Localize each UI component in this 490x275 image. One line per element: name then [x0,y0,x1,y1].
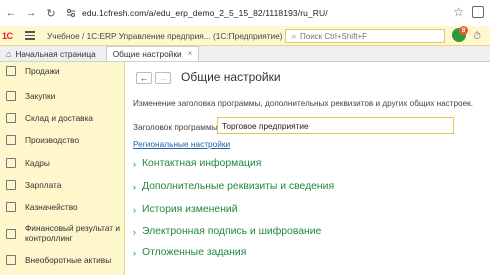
sidebar-item-label: Производство [25,135,80,145]
sidebar-item-label: Финансовый результат и контроллинг [25,223,121,243]
forward-icon[interactable]: → [24,6,38,20]
site-settings-icon[interactable] [64,6,78,20]
fixed-assets-icon [6,255,16,265]
sidebar-item-fixed-assets[interactable]: Внеоборотные активы [0,255,124,265]
main-content: ← → Общие настройки Изменение заголовка … [126,62,490,275]
production-icon [6,135,16,145]
search-icon: ⌕ [291,30,297,41]
treasury-icon [6,202,16,212]
app-title: Учебное / 1С:ERP Управление предприя... … [47,30,283,41]
sidebar-item-label: Казначейство [25,202,78,212]
sidebar: Продажи Закупки Склад и доставка Произво… [0,62,125,275]
sidebar-item-treasury[interactable]: Казначейство [0,202,124,212]
forward-button[interactable]: → [155,72,171,84]
history-icon[interactable]: ⏱ [471,30,483,42]
hr-icon [6,158,16,168]
bookmark-star-icon[interactable]: ☆ [453,5,464,19]
program-title-field[interactable] [217,117,454,134]
tab-general-settings[interactable]: Общие настройки × [105,46,200,61]
sidebar-item-hr[interactable]: Кадры [0,158,124,168]
sidebar-item-warehouse[interactable]: Склад и доставка [0,113,124,123]
chevron-right-icon: › [133,247,136,258]
sidebar-item-salary[interactable]: Зарплата [0,180,124,190]
back-icon[interactable]: ← [4,6,18,20]
sidebar-item-label: Склад и доставка [25,113,94,123]
purchases-icon [6,91,16,101]
section-label: Отложенные задания [142,247,247,258]
address-bar[interactable]: edu.1cfresh.com/a/edu_erp_demo_2_5_15_82… [82,8,328,18]
page-title: Общие настройки [181,70,281,84]
section-label: Контактная информация [142,158,262,169]
search-input[interactable] [300,31,440,41]
extensions-icon[interactable] [472,6,484,18]
chevron-right-icon: › [133,158,136,169]
tab-home[interactable]: ⌂ Начальная страница [0,46,102,61]
arrow-right-icon: → [158,73,168,83]
back-button[interactable]: ← [136,72,152,84]
main-menu-icon[interactable] [25,30,37,42]
global-search[interactable]: ⌕ [285,29,445,43]
regional-settings-link[interactable]: Региональные настройки [133,139,230,149]
chevron-right-icon: › [133,226,136,237]
sidebar-item-label: Продажи [25,66,60,76]
close-tab-icon[interactable]: × [188,49,193,58]
sales-icon [6,66,16,76]
page-description: Изменение заголовка программы, дополните… [133,99,474,108]
warehouse-icon [6,113,16,123]
sidebar-item-label: Зарплата [25,180,62,190]
sidebar-item-financial-result[interactable]: Финансовый результат и контроллинг [0,223,124,245]
section-contact-info[interactable]: › Контактная информация [133,158,261,169]
sidebar-item-production[interactable]: Производство [0,135,124,145]
app-logo: 1С [2,30,13,41]
program-title-label: Заголовок программы: [133,122,220,132]
section-additional-attributes[interactable]: › Дополнительные реквизиты и сведения [133,181,334,192]
chevron-right-icon: › [133,204,136,215]
section-scheduled-jobs[interactable]: › Отложенные задания [133,247,246,258]
notifications-badge: 8 [459,26,468,35]
tabs-bar: ⌂ Начальная страница Общие настройки × [0,46,490,62]
section-label: Дополнительные реквизиты и сведения [142,181,335,192]
salary-icon [6,180,16,190]
tab-home-label: Начальная страница [15,48,96,59]
section-digital-signature[interactable]: › Электронная подпись и шифрование [133,226,321,237]
sidebar-item-label: Внеоборотные активы [25,255,112,265]
financial-result-icon [6,229,16,239]
section-label: Электронная подпись и шифрование [142,226,322,237]
arrow-left-icon: ← [139,73,149,83]
home-icon: ⌂ [6,48,12,59]
app-header: 1С Учебное / 1С:ERP Управление предприя.… [0,26,490,46]
section-label: История изменений [142,204,238,215]
reload-icon[interactable]: ↻ [44,6,58,20]
section-change-history[interactable]: › История изменений [133,204,238,215]
sidebar-item-label: Закупки [25,91,56,101]
sidebar-item-sales[interactable]: Продажи [0,66,124,76]
sidebar-item-label: Кадры [25,158,50,168]
browser-toolbar: ← → ↻ edu.1cfresh.com/a/edu_erp_demo_2_5… [0,0,490,26]
sidebar-item-purchases[interactable]: Закупки [0,91,124,101]
tab-general-settings-label: Общие настройки [112,48,182,59]
chevron-right-icon: › [133,181,136,192]
